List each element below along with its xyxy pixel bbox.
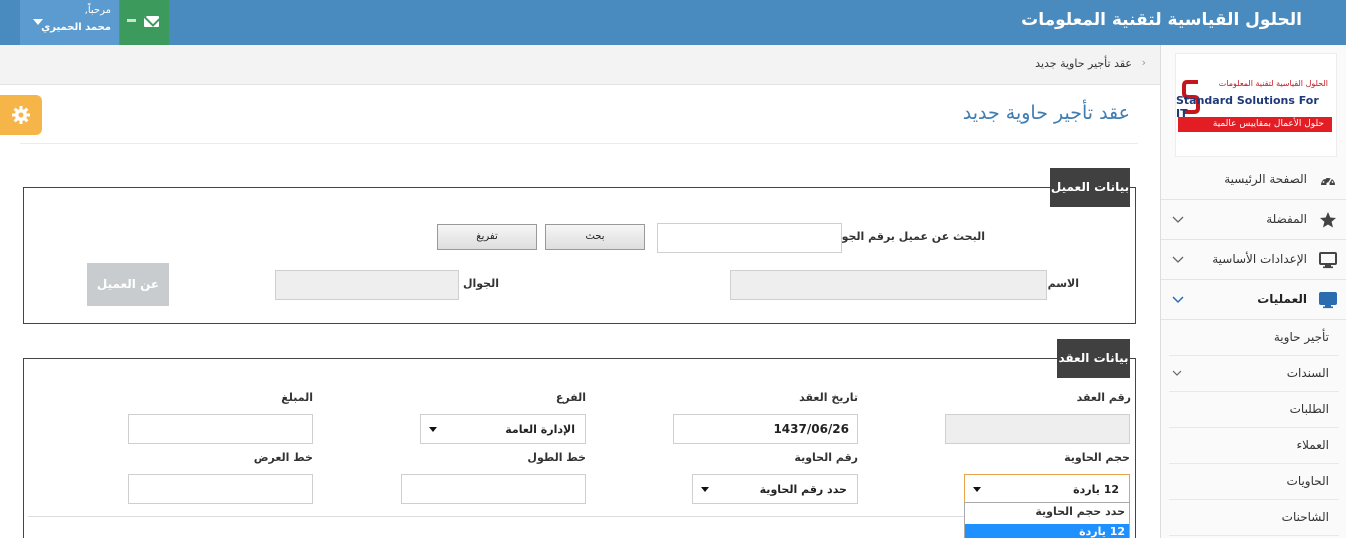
clear-button[interactable]: تفريغ <box>437 224 537 250</box>
container-size-options: حدد حجم الحاوية 12 ياردة <box>964 502 1130 538</box>
sidebar-subitem-requests[interactable]: الطلبات <box>1169 392 1339 428</box>
mobile-label: الجوال <box>462 277 499 290</box>
sidebar-subitem-label: الشاحنات <box>1281 510 1329 524</box>
amount-label: المبلغ <box>281 391 313 404</box>
breadcrumb: › عقد تأجير حاوية جديد <box>0 45 1160 85</box>
sidebar-subitem-label: العملاء <box>1296 438 1329 452</box>
monitor-icon <box>1319 292 1337 309</box>
latitude-field[interactable] <box>128 474 313 504</box>
user-name: محمد الحميري <box>41 22 111 33</box>
chevron-down-icon <box>1172 216 1184 223</box>
star-icon <box>1320 212 1336 228</box>
user-menu[interactable]: مرحباً, محمد الحميري <box>20 0 119 45</box>
branch-selected-value: الإدارة العامة <box>505 423 575 436</box>
sidebar-subitem-containers[interactable]: الحاويات <box>1169 464 1339 500</box>
app-brand: الحلول القياسية لتقنية المعلومات <box>1021 10 1302 30</box>
chevron-right-icon: › <box>1141 56 1146 69</box>
sidebar-subitem-label: الحاويات <box>1286 474 1329 488</box>
divider <box>28 516 1128 517</box>
minus-icon <box>127 19 136 22</box>
sidebar-item-label: العمليات <box>1257 292 1307 306</box>
sidebar-subitem-trucks[interactable]: الشاحنات <box>1169 500 1339 536</box>
container-size-label: حجم الحاوية <box>1064 451 1130 464</box>
sidebar-subitem-vouchers[interactable]: السندات <box>1169 356 1339 392</box>
sidebar-subitem-label: الطلبات <box>1289 402 1329 416</box>
sidebar-subitem-label: السندات <box>1286 366 1329 380</box>
logo-tagline: حلول الأعمال بمقاييس عالمية <box>1178 117 1332 132</box>
contract-number-field[interactable] <box>945 414 1130 444</box>
amount-field[interactable] <box>128 414 313 444</box>
gear-icon <box>12 106 30 124</box>
page-title: عقد تأجير حاوية جديد <box>962 102 1130 124</box>
sidebar-item-home[interactable]: الصفحة الرئيسية <box>1161 160 1346 200</box>
container-size-option-selected[interactable]: 12 ياردة <box>965 524 1129 538</box>
search-button[interactable]: بحث <box>545 224 645 250</box>
divider <box>20 143 1138 144</box>
sidebar-item-favorites[interactable]: المفضلة <box>1161 200 1346 240</box>
branch-select[interactable]: الإدارة العامة <box>420 414 586 444</box>
chevron-down-icon <box>1172 256 1184 263</box>
contract-date-field[interactable] <box>673 414 858 444</box>
longitude-field[interactable] <box>401 474 586 504</box>
monitor-icon <box>1319 252 1337 269</box>
caret-down-icon <box>701 487 709 492</box>
sidebar: الحلول القياسية لتقنية المعلومات Standar… <box>1160 45 1346 538</box>
breadcrumb-current[interactable]: عقد تأجير حاوية جديد <box>1035 57 1132 70</box>
sidebar-item-label: المفضلة <box>1266 212 1307 226</box>
container-size-selected-value: 12 ياردة <box>1073 483 1119 496</box>
sidebar-item-label: الإعدادات الأساسية <box>1212 252 1307 266</box>
sidebar-subitem-label: تأجير حاوية <box>1273 330 1329 344</box>
container-number-label: رقم الحاوية <box>794 451 858 464</box>
mobile-search-input[interactable] <box>657 223 842 253</box>
dashboard-icon <box>1321 176 1335 186</box>
caret-down-icon <box>33 19 43 25</box>
envelope-icon <box>144 16 159 27</box>
customer-mobile-field[interactable] <box>275 270 459 300</box>
container-number-selected-value: حدد رقم الحاوية <box>759 483 847 496</box>
sidebar-subitem-rent-container[interactable]: تأجير حاوية <box>1169 320 1339 356</box>
sidebar-item-settings[interactable]: الإعدادات الأساسية <box>1161 240 1346 280</box>
sidebar-subitem-customers[interactable]: العملاء <box>1169 428 1339 464</box>
settings-toggle[interactable] <box>0 95 42 135</box>
contract-section-title: بيانات العقد <box>1057 339 1130 378</box>
logo-arabic: الحلول القياسية لتقنية المعلومات <box>1218 79 1328 88</box>
top-bar: الحلول القياسية لتقنية المعلومات مرحباً,… <box>0 0 1346 45</box>
customer-section-title: بيانات العميل <box>1050 168 1130 207</box>
latitude-label: خط العرض <box>253 451 313 464</box>
search-label: البحث عن عميل برقم الجوال <box>828 230 985 243</box>
container-number-select[interactable]: حدد رقم الحاوية <box>692 474 858 504</box>
company-logo: الحلول القياسية لتقنية المعلومات Standar… <box>1175 53 1337 157</box>
customer-section <box>23 187 1136 324</box>
user-greeting: مرحباً, <box>84 5 111 16</box>
sidebar-item-operations[interactable]: العمليات <box>1161 280 1346 320</box>
longitude-label: خط الطول <box>527 451 586 464</box>
caret-down-icon <box>973 487 981 492</box>
branch-label: الفرع <box>555 391 586 404</box>
container-size-option[interactable]: حدد حجم الحاوية <box>965 504 1129 519</box>
caret-down-icon <box>429 427 437 432</box>
chevron-down-icon <box>1172 296 1184 304</box>
about-customer-button[interactable]: عن العميل <box>87 263 169 306</box>
chevron-down-icon <box>1172 370 1182 376</box>
contract-number-label: رقم العقد <box>1076 391 1131 404</box>
contract-date-label: تاريخ العقد <box>799 391 858 404</box>
name-label: الاسم <box>1047 277 1079 290</box>
customer-name-field[interactable] <box>730 270 1047 300</box>
messages-button[interactable] <box>120 0 169 45</box>
container-size-select[interactable]: 12 ياردة <box>964 474 1130 504</box>
sidebar-item-label: الصفحة الرئيسية <box>1224 172 1307 186</box>
